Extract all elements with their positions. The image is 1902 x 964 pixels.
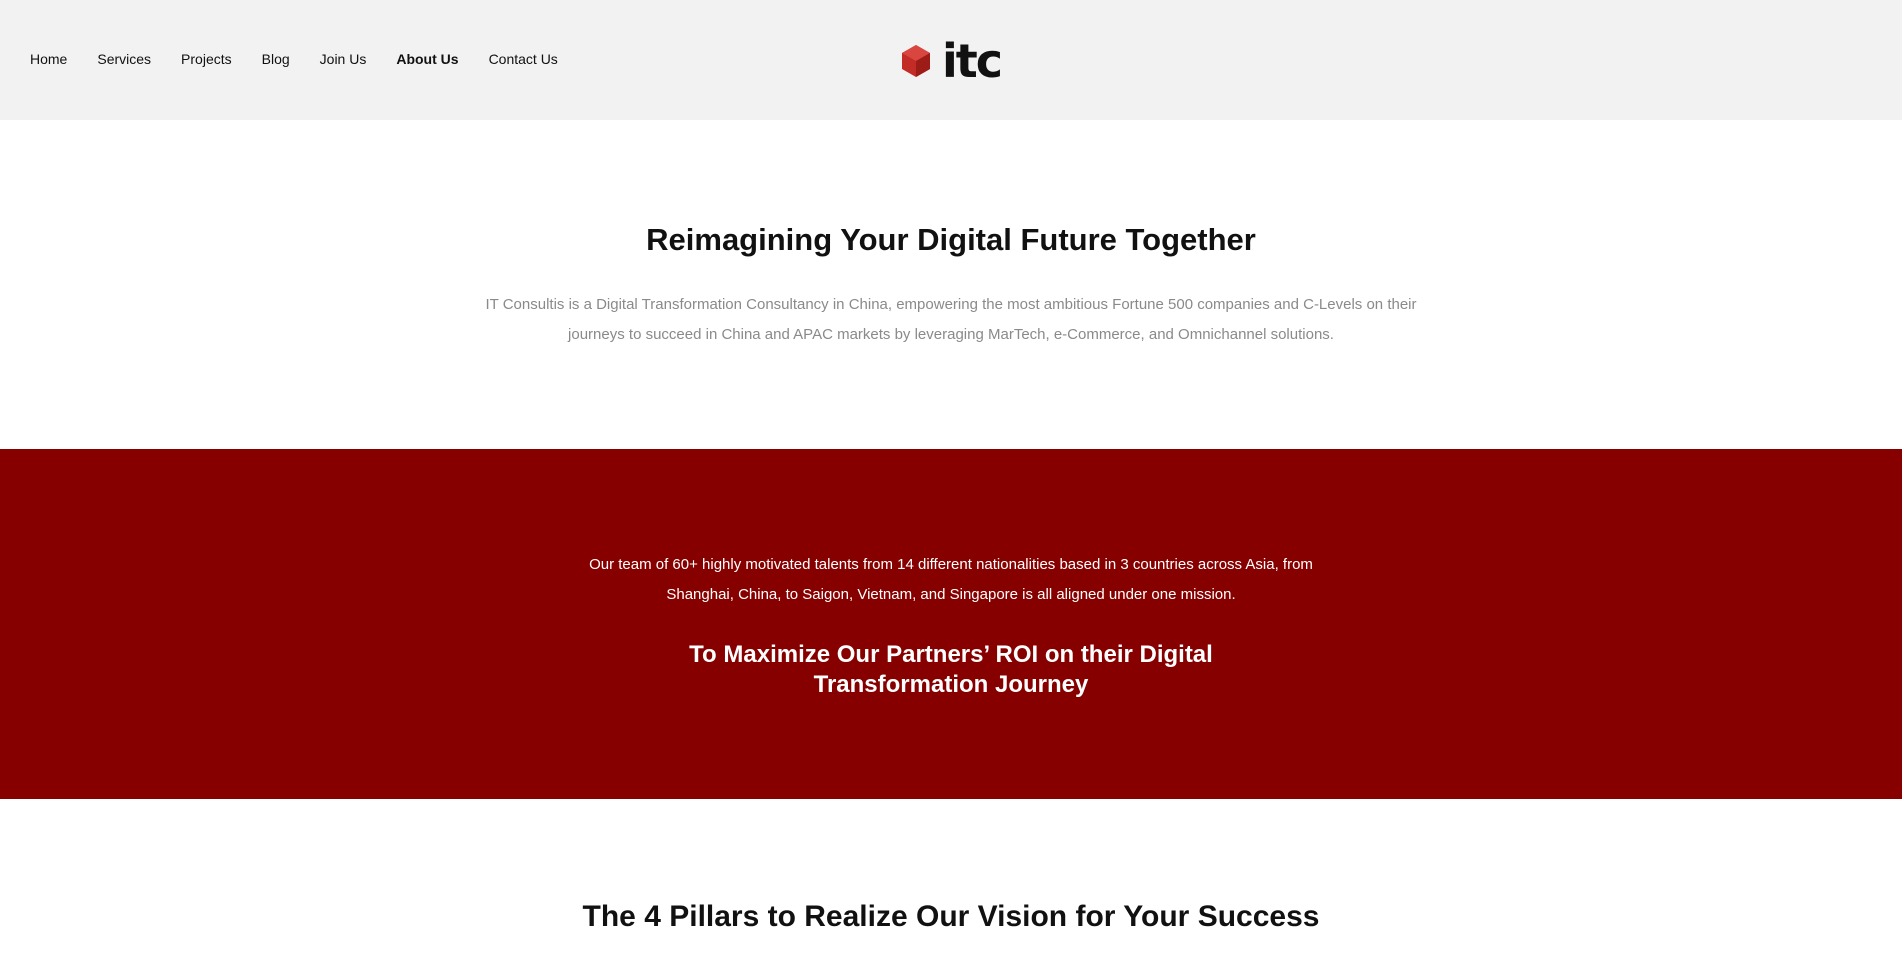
site-header: Home Services Projects Blog Join Us Abou… bbox=[0, 0, 1902, 120]
mission-section: Our team of 60+ highly motivated talents… bbox=[0, 449, 1902, 799]
intro-section: Reimagining Your Digital Future Together… bbox=[0, 120, 1902, 449]
nav-contact-us[interactable]: Contact Us bbox=[489, 49, 558, 69]
nav-about-us[interactable]: About Us bbox=[396, 49, 458, 69]
nav-blog[interactable]: Blog bbox=[262, 49, 290, 69]
nav-services[interactable]: Services bbox=[97, 49, 151, 69]
nav-home[interactable]: Home bbox=[30, 49, 67, 69]
nav-join-us[interactable]: Join Us bbox=[320, 49, 367, 69]
site-logo[interactable]: itc bbox=[900, 37, 1010, 85]
intro-title: Reimagining Your Digital Future Together bbox=[646, 222, 1256, 257]
pillars-title: The 4 Pillars to Realize Our Vision for … bbox=[582, 900, 1320, 933]
main-nav: Home Services Projects Blog Join Us Abou… bbox=[30, 49, 588, 69]
mission-text: Our team of 60+ highly motivated talents… bbox=[589, 556, 1313, 603]
pillars-section: The 4 Pillars to Realize Our Vision for … bbox=[0, 799, 1902, 964]
logo-text: itc bbox=[942, 34, 1003, 88]
intro-description: IT Consultis is a Digital Transformation… bbox=[485, 296, 1417, 343]
hexagon-logo-icon bbox=[902, 45, 930, 77]
mission-headline: To Maximize Our Partners’ ROI on their D… bbox=[689, 641, 1213, 698]
nav-projects[interactable]: Projects bbox=[181, 49, 232, 69]
